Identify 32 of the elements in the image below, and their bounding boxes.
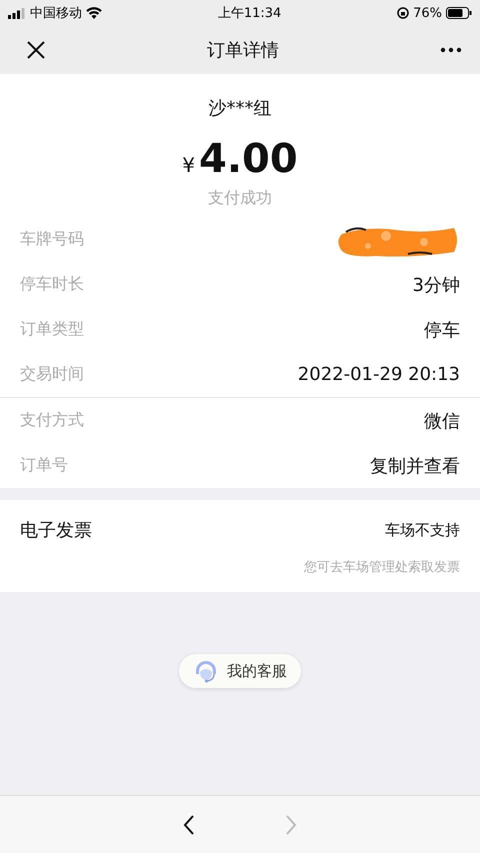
rotation-lock-icon (397, 7, 410, 19)
battery-icon (446, 7, 472, 19)
customer-service-button[interactable]: 我的客服 (179, 654, 301, 688)
field-value: 2022-01-29 20:13 (298, 364, 460, 385)
field-value: 复制并查看 (370, 454, 460, 478)
field-label: 交易时间 (20, 364, 84, 385)
field-value: 停车 (424, 318, 460, 342)
headset-icon (193, 658, 219, 684)
currency-symbol: ¥ (182, 153, 196, 177)
close-icon (26, 40, 46, 60)
clock-time: 上午11:34 (218, 5, 282, 22)
field-label: 订单类型 (20, 319, 84, 340)
field-label: 订单号 (20, 455, 68, 476)
back-icon (182, 814, 196, 836)
field-label: 支付方式 (20, 410, 84, 431)
field-value: 3分钟 (412, 274, 460, 296)
invoice-hint: 您可去车场管理处索取发票 (304, 559, 460, 576)
payment-amount: 4.00 (199, 136, 298, 182)
carrier-name: 中国移动 (30, 5, 82, 22)
field-value: 微信 (424, 410, 460, 432)
invoice-title: 电子发票 (20, 519, 92, 542)
forward-icon (284, 814, 298, 836)
payment-status: 支付成功 (208, 188, 272, 209)
field-label: 停车时长 (20, 274, 84, 295)
invoice-status: 车场不支持 (385, 520, 460, 540)
page-title: 订单详情 (207, 39, 279, 62)
more-icon (440, 47, 462, 53)
signal-icon (8, 8, 26, 18)
wifi-icon (86, 7, 102, 19)
battery-percent: 76% (413, 6, 442, 20)
field-label: 车牌号码 (20, 229, 84, 250)
merchant-name: 沙***纽 (208, 97, 272, 120)
